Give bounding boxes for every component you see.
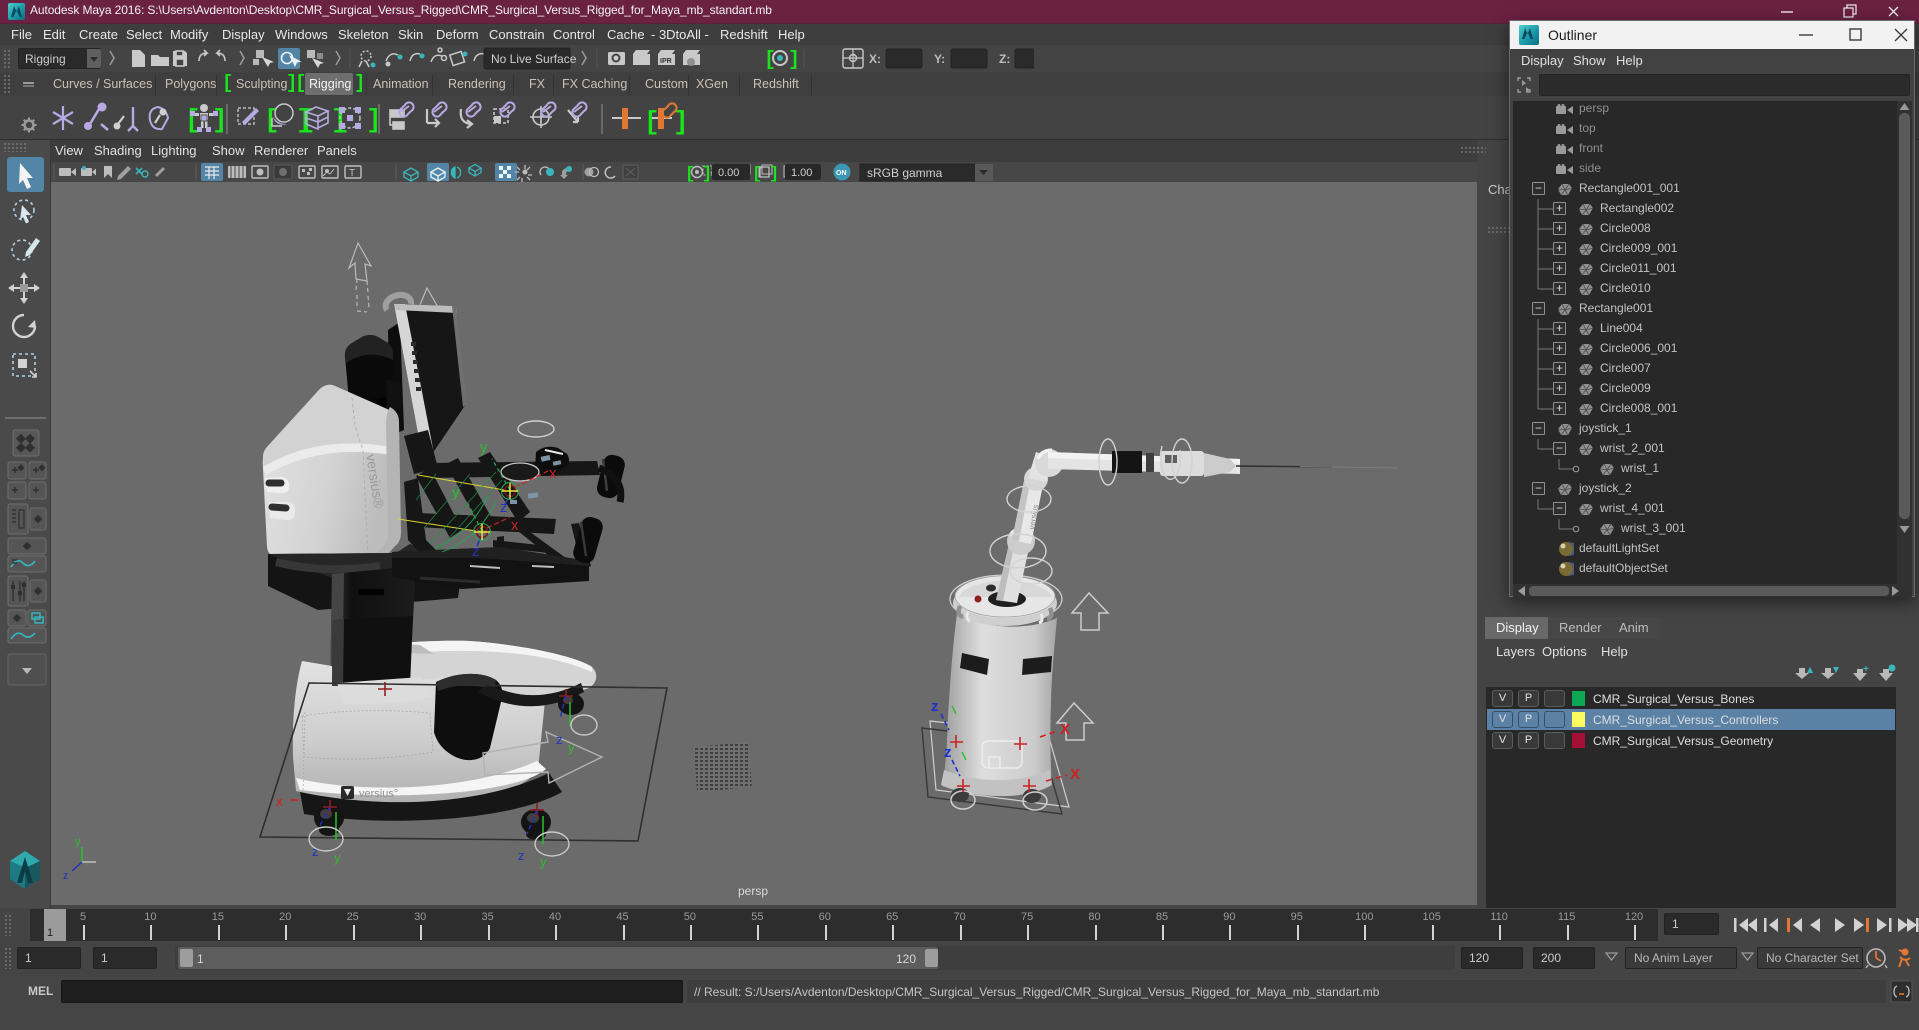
svg-text:[: [: [644, 107, 660, 137]
svg-text:Z:: Z:: [999, 52, 1010, 66]
svg-text:X: X: [1060, 721, 1070, 738]
svg-text:x: x: [511, 517, 519, 534]
svg-text:]: ]: [769, 165, 779, 182]
svg-text:z: z: [944, 744, 952, 761]
svg-text:y: y: [540, 854, 547, 869]
svg-text:z: z: [472, 543, 480, 560]
svg-text:Y:: Y:: [934, 52, 945, 66]
svg-text:y: y: [480, 439, 488, 456]
svg-text:X:: X:: [869, 52, 881, 66]
svg-text:z: z: [518, 848, 525, 863]
svg-text:z: z: [63, 870, 69, 882]
svg-text:z: z: [500, 499, 508, 516]
svg-text:No Live Surface: No Live Surface: [491, 52, 577, 66]
svg-text:y: y: [75, 836, 81, 848]
svg-text:]: ]: [212, 105, 228, 135]
svg-text:y: y: [568, 740, 575, 755]
svg-text:T: T: [349, 168, 355, 179]
svg-text:0.00: 0.00: [718, 167, 739, 179]
svg-text:+: +: [1863, 664, 1869, 675]
svg-text:ON: ON: [836, 170, 847, 177]
svg-text:y: y: [452, 484, 460, 501]
svg-text:]: ]: [702, 165, 712, 182]
svg-text:z: z: [556, 732, 563, 747]
svg-text:x: x: [276, 793, 283, 809]
svg-text:z: z: [931, 698, 939, 715]
svg-text:1.00: 1.00: [791, 167, 812, 179]
svg-text:IPR: IPR: [660, 58, 672, 65]
svg-text:sRGB gamma: sRGB gamma: [867, 166, 943, 180]
svg-text:x: x: [549, 465, 557, 482]
svg-text:]: ]: [788, 49, 800, 72]
svg-text:versius°: versius°: [359, 788, 398, 800]
svg-text:X: X: [1070, 766, 1080, 783]
svg-text:y: y: [334, 850, 341, 865]
